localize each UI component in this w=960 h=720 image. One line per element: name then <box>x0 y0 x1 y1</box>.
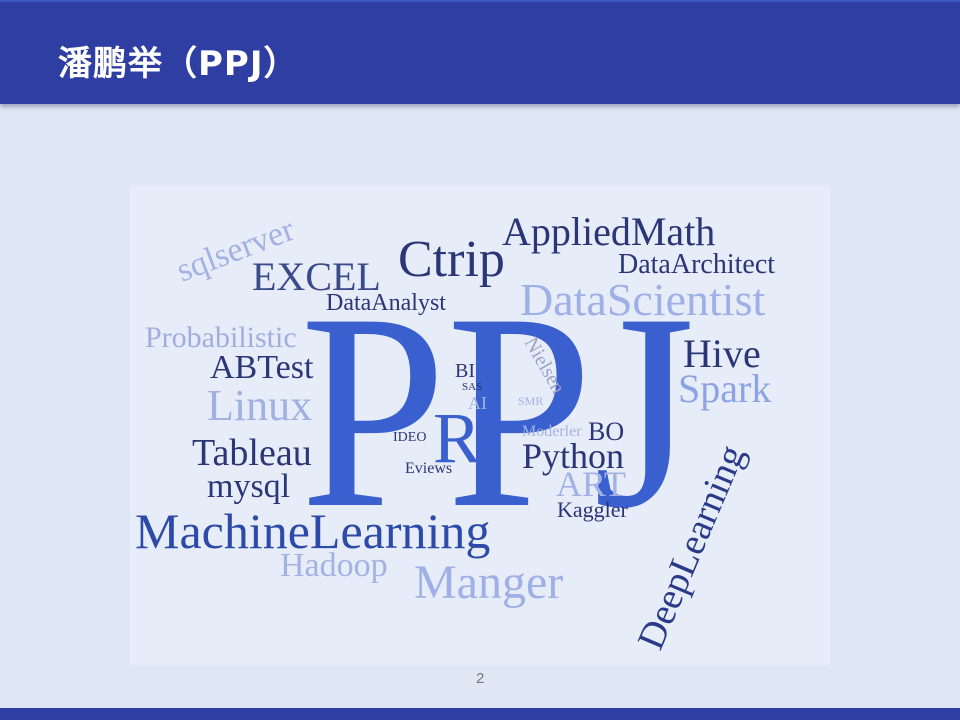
word-mysql: mysql <box>207 468 290 505</box>
word-smr: SMR <box>518 394 543 408</box>
word-ideo: IDEO <box>393 430 426 445</box>
word-kaggler: Kaggler <box>557 497 629 522</box>
word-sas: SAS <box>462 381 482 393</box>
word-datascientist: DataScientist <box>520 274 765 325</box>
word-dataanalyst: DataAnalyst <box>326 290 446 316</box>
word-spark: Spark <box>678 366 771 411</box>
word-manger: Manger <box>414 556 563 609</box>
word-ctrip: Ctrip <box>398 231 505 288</box>
word-linux: Linux <box>207 381 312 430</box>
word-eviews: Eviews <box>405 460 452 477</box>
page-number: 2 <box>476 670 485 687</box>
word-cloud: PPJ sqlserver EXCEL Ctrip AppliedMath Da… <box>130 185 830 665</box>
word-appliedmath: AppliedMath <box>502 209 715 254</box>
word-bi: BI <box>455 360 475 382</box>
slide-footer-bar <box>0 708 960 720</box>
word-hadoop: Hadoop <box>280 547 388 584</box>
